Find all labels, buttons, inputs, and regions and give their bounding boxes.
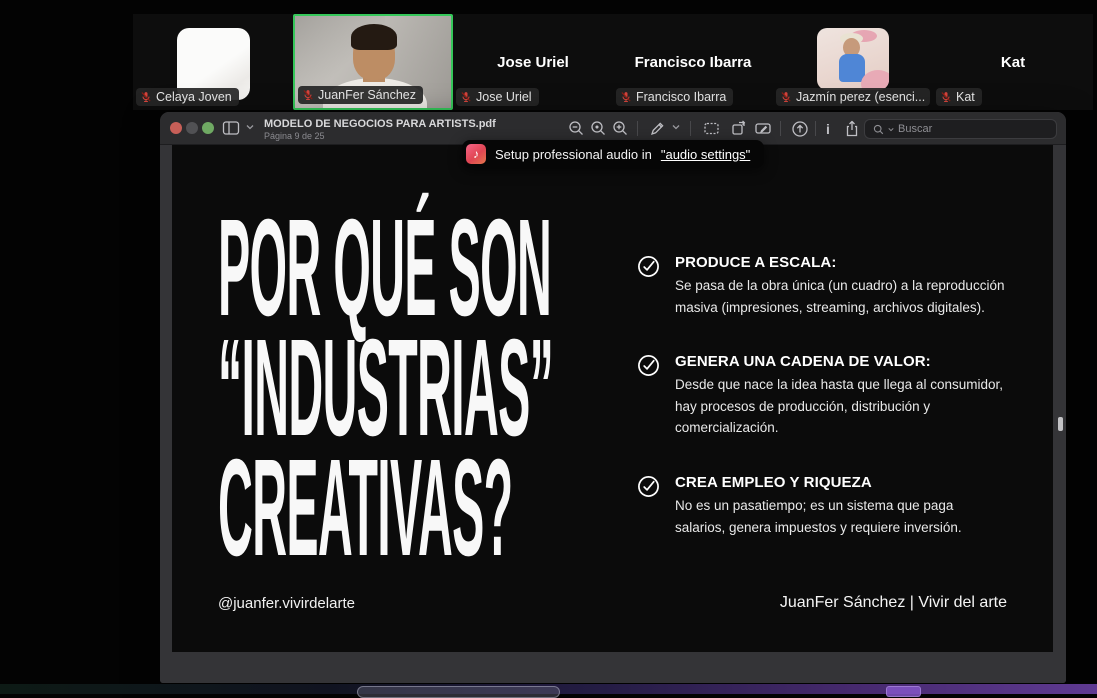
participant-name-text: JuanFer Sánchez (318, 88, 416, 102)
slide-handle: @juanfer.vivirdelarte (218, 595, 355, 612)
participant-tile-kat[interactable]: Kat Kat (933, 14, 1093, 110)
mic-muted-icon (140, 91, 152, 103)
participant-name-label: Jazmín perez (esenci... (776, 88, 930, 106)
search-input[interactable]: Buscar (864, 119, 1057, 139)
participant-name-text: Kat (956, 90, 975, 104)
participant-tile-jazmin-perez[interactable]: Jazmín perez (esenci... (773, 14, 933, 110)
participant-tile-juanfer-sanchez[interactable]: JuanFer Sánchez (293, 14, 453, 110)
bullet-item: PRODUCE A ESCALA: Se pasa de la obra úni… (637, 254, 1007, 318)
zoom-in-icon[interactable] (612, 120, 629, 137)
mic-muted-icon (460, 91, 472, 103)
participant-name-text: Francisco Ibarra (636, 90, 726, 104)
participant-name-text: Celaya Joven (156, 90, 232, 104)
participant-tile-francisco-ibarra[interactable]: Francisco Ibarra Francisco Ibarra (613, 14, 773, 110)
page-indicator: Página 9 de 25 (264, 131, 325, 141)
slide-heading-line: CREATIVAS? (218, 448, 553, 568)
bullet-item: GENERA UNA CADENA DE VALOR: Desde que na… (637, 353, 1007, 439)
bullet-item: CREA EMPLEO Y RIQUEZA No es un pasatiemp… (637, 474, 1007, 538)
minimize-button[interactable] (186, 122, 198, 134)
mic-muted-icon (302, 89, 314, 101)
zoom-window-button[interactable] (202, 122, 214, 134)
document-title: MODELO DE NEGOCIOS PARA ARTISTS.pdf (264, 118, 496, 130)
check-circle-icon (637, 474, 660, 538)
markup-toolbar-icon[interactable] (754, 120, 772, 137)
chevron-down-icon[interactable] (246, 124, 254, 130)
bullet-body: Desde que nace la idea hasta que llega a… (675, 374, 1007, 439)
info-icon[interactable]: i (826, 121, 830, 137)
zoom-actual-size-icon[interactable] (590, 120, 607, 137)
participant-tile-jose-uriel[interactable]: Jose Uriel Jose Uriel (453, 14, 613, 110)
slide-heading-line: “INDUSTRIAS” (218, 328, 553, 448)
notification-text: Setup professional audio in (495, 147, 652, 162)
participant-name-label: Jose Uriel (456, 88, 539, 106)
close-button[interactable] (170, 122, 182, 134)
participant-tile-celaya-joven[interactable]: Celaya Joven (133, 14, 293, 110)
participant-name-text: Jose Uriel (476, 90, 532, 104)
dock-item[interactable] (886, 686, 921, 697)
participant-name-label: Francisco Ibarra (616, 88, 733, 106)
search-placeholder: Buscar (898, 123, 932, 135)
mic-muted-icon (620, 91, 632, 103)
slide-heading: POR QUÉ SON “INDUSTRIAS” CREATIVAS? (218, 208, 553, 568)
sidebar-icon[interactable] (222, 120, 242, 136)
bullet-title: CREA EMPLEO Y RIQUEZA (675, 474, 1007, 491)
dock-button[interactable] (357, 686, 560, 698)
bullet-body: Se pasa de la obra única (un cuadro) a l… (675, 275, 1007, 318)
slide-heading-line: POR QUÉ SON (218, 208, 553, 328)
participant-name-label: Kat (936, 88, 982, 106)
audio-settings-link[interactable]: "audio settings" (661, 147, 750, 162)
mic-muted-icon (940, 91, 952, 103)
zoom-out-icon[interactable] (568, 120, 585, 137)
rotate-icon[interactable] (730, 120, 747, 137)
window-content: POR QUÉ SON “INDUSTRIAS” CREATIVAS? PROD… (160, 145, 1066, 683)
participant-name-text: Jazmín perez (esenci... (796, 90, 925, 104)
bullet-body: No es un pasatiempo; es un sistema que p… (675, 495, 1007, 538)
pdf-preview-window: MODELO DE NEGOCIOS PARA ARTISTS.pdf Pági… (160, 112, 1066, 683)
check-circle-icon (637, 353, 660, 439)
share-icon[interactable] (844, 120, 860, 138)
check-circle-icon (637, 254, 660, 318)
pdf-slide: POR QUÉ SON “INDUSTRIAS” CREATIVAS? PROD… (172, 145, 1053, 652)
scrollbar-thumb[interactable] (1058, 417, 1063, 431)
participant-avatar (817, 28, 889, 90)
text-selection-icon[interactable] (703, 120, 720, 137)
audio-setup-notification[interactable]: ♪ Setup professional audio in "audio set… (462, 140, 764, 168)
participant-name-label: Celaya Joven (136, 88, 239, 106)
mic-muted-icon (780, 91, 792, 103)
navigate-icon[interactable] (791, 120, 809, 138)
chevron-down-icon[interactable] (672, 124, 680, 130)
chevron-down-icon (888, 127, 894, 132)
bullet-title: PRODUCE A ESCALA: (675, 254, 1007, 271)
music-note-icon: ♪ (466, 144, 486, 164)
slide-signature: JuanFer Sánchez | Vivir del arte (780, 594, 1007, 612)
desktop-background: Celaya Joven JuanFer Sánchez Jose Uriel … (0, 0, 1097, 694)
search-icon (873, 124, 884, 135)
markup-pencil-icon[interactable] (649, 120, 666, 137)
participant-name-label: JuanFer Sánchez (298, 86, 423, 104)
bullet-title: GENERA UNA CADENA DE VALOR: (675, 353, 1007, 370)
